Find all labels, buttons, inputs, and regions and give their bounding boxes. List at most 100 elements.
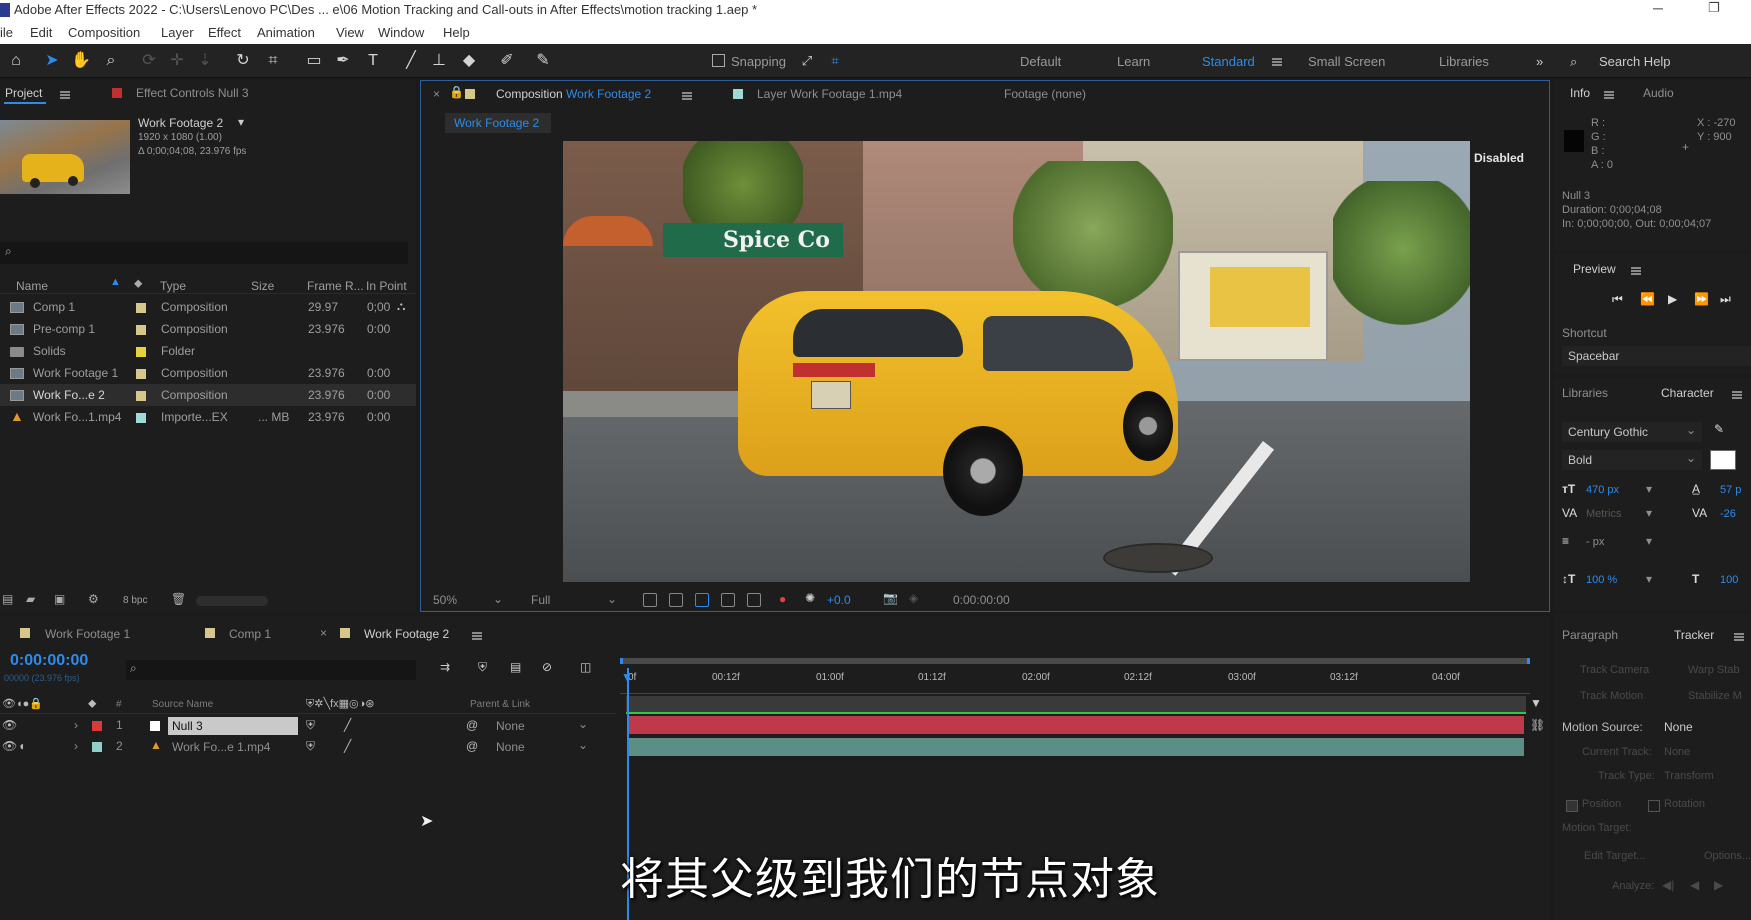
horizontal-scale-value[interactable]: 100 <box>1720 574 1738 586</box>
tab-paragraph[interactable]: Paragraph <box>1562 628 1618 642</box>
timeline-search-input[interactable]: ⌕ <box>126 660 416 680</box>
pen-tool-icon[interactable]: ✒ <box>332 50 354 72</box>
next-frame-icon[interactable]: ⏩ <box>1694 292 1709 306</box>
work-area-bar[interactable] <box>626 696 1526 714</box>
rectangle-tool-icon[interactable]: ▭ <box>303 50 325 72</box>
bit-depth-button[interactable]: 8 bpc <box>123 595 147 606</box>
comp-breadcrumb[interactable]: Work Footage 2 <box>445 113 551 133</box>
label-color[interactable] <box>136 391 146 401</box>
label-column-icon[interactable]: ⬥ <box>134 276 142 291</box>
position-checkbox[interactable] <box>1566 800 1578 812</box>
preview-menu-icon[interactable] <box>1631 267 1641 275</box>
label-color[interactable] <box>136 325 146 335</box>
last-frame-icon[interactable]: ⏭ <box>1720 292 1731 307</box>
layer-label-color[interactable] <box>92 742 102 752</box>
menu-view[interactable]: View <box>336 25 364 40</box>
search-help-field[interactable]: Search Help <box>1599 54 1671 69</box>
resolution-select[interactable]: Full <box>531 593 550 607</box>
exposure-value[interactable]: +0.0 <box>827 593 851 607</box>
chevron-down-icon[interactable]: ⌄ <box>607 592 617 606</box>
motion-source-select[interactable]: None <box>1664 720 1693 734</box>
list-item-selected[interactable]: Work Fo...e 2 Composition 23.976 0:00 <box>0 384 416 406</box>
orbit-tool-icon[interactable]: ⟳ <box>138 50 160 72</box>
anchor-tool-icon[interactable]: ⌗ <box>262 50 284 72</box>
menu-window[interactable]: Window <box>378 25 424 40</box>
tab-info[interactable]: Info <box>1570 86 1590 100</box>
tab-character[interactable]: Character <box>1661 386 1714 400</box>
project-menu-icon[interactable] <box>60 91 70 99</box>
show-snapshot-icon[interactable]: ◈ <box>909 591 918 605</box>
column-type[interactable]: Type <box>160 279 186 293</box>
chevron-down-icon[interactable]: ▾ <box>1646 482 1652 496</box>
shortcut-select[interactable]: Spacebar <box>1562 346 1751 366</box>
region-of-interest-icon[interactable] <box>643 593 657 607</box>
chevron-down-icon[interactable]: ▾ <box>1646 534 1652 548</box>
expand-arrow-icon[interactable]: › <box>74 739 78 753</box>
pickwhip-icon[interactable]: @ <box>466 718 478 732</box>
list-item[interactable]: Comp 1 Composition 29.97 0;00 ⛬ <box>0 296 416 318</box>
selection-tool-icon[interactable]: ➤ <box>41 50 63 72</box>
vertical-scale-value[interactable]: 100 % <box>1586 574 1617 586</box>
comp-mini-flowchart-icon[interactable]: ⇉ <box>440 660 450 674</box>
quality-switch-icon[interactable]: ╱ <box>344 739 351 753</box>
menu-edit[interactable]: Edit <box>30 25 52 40</box>
project-scrollbar[interactable] <box>196 596 268 606</box>
close-tab-icon[interactable]: × <box>320 626 327 640</box>
tab-effect-controls[interactable]: Effect Controls Null 3 <box>136 86 249 100</box>
layer-label-color[interactable] <box>92 721 102 731</box>
previous-frame-icon[interactable]: ⏪ <box>1640 292 1655 306</box>
stabilize-motion-button[interactable]: Stabilize M <box>1688 690 1742 702</box>
snap-grid-icon[interactable]: ⌗ <box>824 50 846 72</box>
visibility-icon[interactable]: 👁 <box>2 718 17 732</box>
tab-project[interactable]: Project <box>5 86 42 100</box>
menu-animation[interactable]: Animation <box>257 25 315 40</box>
time-navigator[interactable] <box>620 658 1530 664</box>
tab-comp-1[interactable]: Comp 1 <box>229 627 271 641</box>
graph-editor-icon[interactable]: ◫ <box>580 660 591 674</box>
viewer-timecode[interactable]: 0:00:00:00 <box>953 593 1010 607</box>
composition-viewer[interactable]: Spice Co <box>563 141 1470 582</box>
workspace-small-screen[interactable]: Small Screen <box>1308 54 1385 69</box>
tracking-value[interactable]: -26 <box>1720 508 1736 520</box>
pan-tool-icon[interactable]: ✛ <box>166 50 188 72</box>
search-icon[interactable]: ⌕ <box>1570 54 1577 70</box>
restore-icon[interactable]: ❐ <box>1708 0 1720 16</box>
parent-select[interactable]: None <box>496 740 525 754</box>
snapping-checkbox[interactable] <box>712 54 725 67</box>
options-button[interactable]: Options... <box>1704 850 1751 862</box>
mask-visibility-icon[interactable] <box>695 593 709 607</box>
magnification-select[interactable]: 50% <box>433 593 457 607</box>
more-workspaces-icon[interactable]: » <box>1536 54 1543 69</box>
layer-row[interactable]: 👁 › 1 Null 3 ⛨ ╱ @ None ⌄ <box>0 716 616 736</box>
fill-color-swatch[interactable] <box>1710 450 1736 470</box>
tab-tracker[interactable]: Tracker <box>1674 628 1714 642</box>
tab-audio[interactable]: Audio <box>1643 86 1674 100</box>
lock-icon[interactable]: 🔒 <box>449 85 464 99</box>
list-item[interactable]: Solids Folder <box>0 340 416 362</box>
column-name[interactable]: Name <box>16 279 48 293</box>
trash-icon[interactable]: 🗑 <box>171 592 186 606</box>
timeline-timecode[interactable]: 0:00:00:00 <box>10 652 88 670</box>
composition-menu-icon[interactable] <box>682 92 692 100</box>
dolly-tool-icon[interactable]: ⇣ <box>194 50 216 72</box>
project-search-input[interactable]: ⌕ <box>0 242 408 264</box>
kerning-value[interactable]: Metrics <box>1586 508 1621 520</box>
menu-layer[interactable]: Layer <box>161 25 194 40</box>
workspace-standard[interactable]: Standard <box>1202 54 1255 69</box>
label-color[interactable] <box>136 413 146 423</box>
transparency-grid-icon[interactable] <box>669 593 683 607</box>
character-menu-icon[interactable] <box>1732 391 1742 399</box>
list-item[interactable]: Work Footage 1 Composition 23.976 0:00 <box>0 362 416 384</box>
track-camera-button[interactable]: Track Camera <box>1580 664 1649 676</box>
leading-value[interactable]: 57 p <box>1720 484 1741 496</box>
warp-stabilizer-button[interactable]: Warp Stab <box>1688 664 1740 676</box>
audio-icon[interactable]: ◖ <box>18 739 25 753</box>
tracker-menu-icon[interactable] <box>1734 633 1744 641</box>
label-color[interactable] <box>136 347 146 357</box>
snap-icon[interactable]: ⤢ <box>796 50 818 72</box>
chevron-down-icon[interactable]: ▾ <box>1646 572 1652 586</box>
text-tool-icon[interactable]: T <box>362 50 384 72</box>
new-comp-icon[interactable]: ▣ <box>54 592 65 606</box>
font-style-select[interactable]: Bold ⌄ <box>1562 450 1702 470</box>
column-parent-link[interactable]: Parent & Link <box>470 699 530 710</box>
